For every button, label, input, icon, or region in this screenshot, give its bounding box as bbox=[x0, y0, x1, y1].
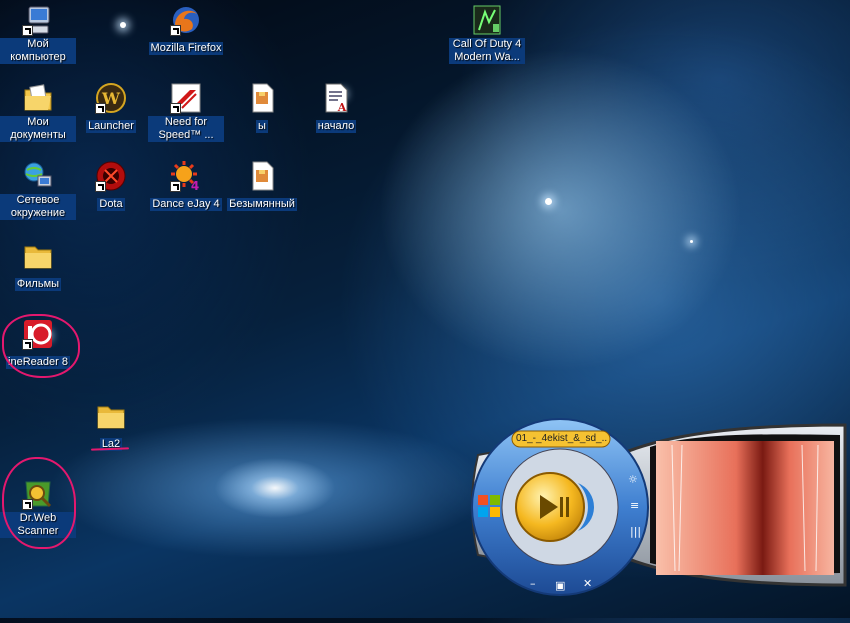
desktop-icon-firefox[interactable]: Mozilla Firefox bbox=[148, 4, 224, 56]
eq-bars-icon: ||| bbox=[630, 525, 641, 538]
desktop-icon-y[interactable]: ы bbox=[224, 82, 300, 134]
desktop-icon-network[interactable]: Сетевое окружение bbox=[0, 160, 76, 221]
track-title: 01_-_4ekist_&_sd_... bbox=[516, 433, 608, 444]
visualizer-display bbox=[656, 441, 834, 575]
svg-text:A: A bbox=[337, 101, 347, 114]
computer-icon bbox=[22, 4, 54, 36]
svg-text:4: 4 bbox=[191, 179, 199, 192]
desktop-icon-label: Сетевое окружение bbox=[0, 194, 76, 220]
documents-folder-icon bbox=[22, 82, 54, 114]
folder-icon bbox=[95, 400, 127, 432]
mini-mode-icon: ▣ bbox=[555, 579, 565, 592]
desktop-icon-label: ы bbox=[256, 120, 268, 133]
desktop-icon-filmy[interactable]: Фильмы bbox=[0, 240, 76, 292]
desktop-icon-my-documents[interactable]: Мои документы bbox=[0, 82, 76, 143]
desktop-icon-dota[interactable]: Dota bbox=[73, 160, 149, 212]
minimize-icon: – bbox=[530, 577, 536, 590]
desktop-icon-label: начало bbox=[315, 120, 357, 133]
shortcut-arrow-icon bbox=[170, 181, 181, 192]
media-player-window[interactable]: – ▣ ✕ ☼ ≡ ||| 01_-_4ekist_&_sd_... bbox=[460, 415, 850, 618]
shortcut-arrow-icon bbox=[170, 25, 181, 36]
background-star bbox=[545, 198, 552, 205]
cod4-icon bbox=[471, 4, 503, 36]
shortcut-arrow-icon bbox=[22, 25, 33, 36]
annotation-circle-finereader bbox=[2, 314, 80, 378]
shortcut-arrow-icon bbox=[95, 103, 106, 114]
firefox-icon bbox=[170, 4, 202, 36]
desktop-icon-label: Безымянный bbox=[227, 198, 297, 211]
desktop-icon-untitled[interactable]: Безымянный bbox=[224, 160, 300, 212]
effects-icon: ☼ bbox=[628, 473, 638, 486]
dota-icon bbox=[95, 160, 127, 192]
close-icon: ✕ bbox=[583, 577, 592, 590]
network-icon bbox=[22, 160, 54, 192]
folder-icon bbox=[22, 240, 54, 272]
shortcut-arrow-icon bbox=[95, 181, 106, 192]
desktop-icon-label: Фильмы bbox=[14, 278, 62, 291]
desktop-icon-label: Need for Speed™ ... bbox=[148, 116, 224, 142]
background-star bbox=[120, 22, 126, 28]
desktop-icon-label: Launcher bbox=[86, 120, 136, 133]
shortcut-arrow-icon bbox=[170, 103, 181, 114]
archive-file-icon bbox=[246, 82, 278, 114]
desktop-icon-cod4[interactable]: Call Of Duty 4 Modern Wa... bbox=[449, 4, 525, 65]
desktop-icon-launcher[interactable]: W Launcher bbox=[73, 82, 149, 134]
desktop-icon-label: Мои документы bbox=[0, 116, 76, 142]
desktop-icon-label: Dota bbox=[97, 198, 125, 211]
desktop-icon-la2[interactable]: La2 bbox=[73, 400, 149, 452]
desktop-icon-nachalo[interactable]: A начало bbox=[298, 82, 374, 134]
annotation-circle-drweb bbox=[2, 457, 76, 549]
archive-file-icon bbox=[246, 160, 278, 192]
desktop-icon-label: Мой компьютер bbox=[0, 38, 76, 64]
desktop-icon-label: Mozilla Firefox bbox=[148, 42, 224, 55]
wow-launcher-icon: W bbox=[95, 82, 127, 114]
dance-ejay-icon: 4 bbox=[170, 160, 202, 192]
desktop-icon-label: Dance eJay 4 bbox=[150, 198, 222, 211]
desktop-icon-need-for-speed[interactable]: Need for Speed™ ... bbox=[148, 82, 224, 143]
nfs-icon bbox=[170, 82, 202, 114]
desktop-icon-label: Call Of Duty 4 Modern Wa... bbox=[449, 38, 525, 64]
text-document-icon: A bbox=[320, 82, 352, 114]
desktop-icon-my-computer[interactable]: Мой компьютер bbox=[0, 4, 76, 65]
equalizer-icon: ≡ bbox=[630, 499, 639, 512]
desktop-icon-dance-ejay[interactable]: 4 Dance eJay 4 bbox=[148, 160, 224, 212]
background-star bbox=[690, 240, 693, 243]
